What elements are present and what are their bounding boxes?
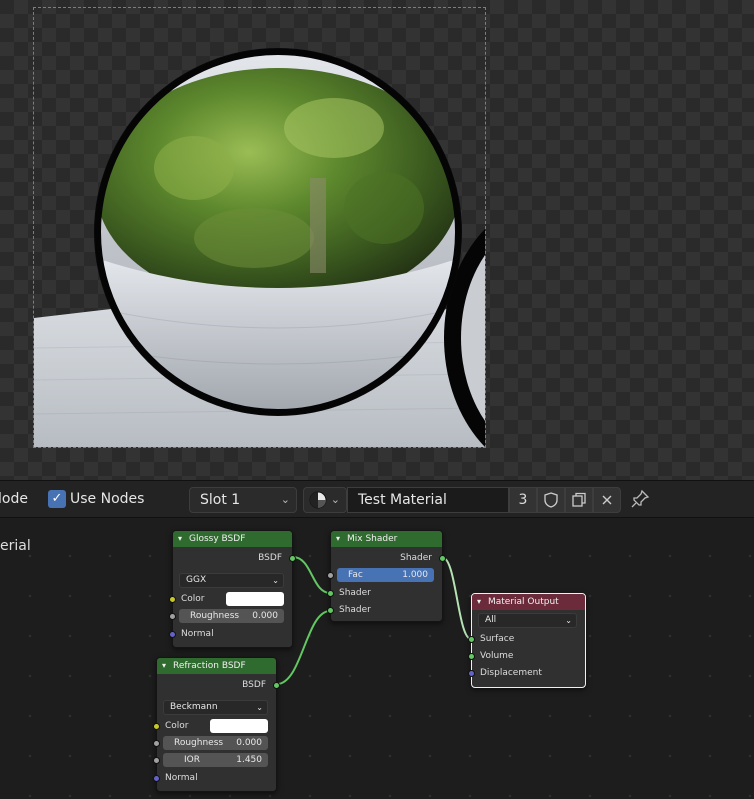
output-displacement-label: Displacement [480,668,542,678]
refraction-node-title: Refraction BSDF [173,661,246,671]
refraction-bsdf-node[interactable]: ▾ Refraction BSDF BSDF Beckmann ⌄ Color … [153,657,280,792]
chevron-down-icon[interactable]: ▾ [336,531,340,547]
chevron-down-icon: ⌄ [280,493,290,506]
refraction-ior-value: 1.450 [236,755,262,765]
glossy-bsdf-node[interactable]: ▾ Glossy BSDF BSDF GGX ⌄ Color Roughness… [169,530,296,648]
glossy-roughness-value: 0.000 [252,611,278,621]
use-nodes-label[interactable]: Use Nodes [70,491,144,507]
user-count-badge[interactable]: 3 [509,487,537,513]
refraction-output-label: BSDF [242,680,266,690]
chevron-down-icon[interactable]: ▾ [477,594,481,610]
glossy-distribution-dropdown[interactable]: GGX ⌄ [179,573,284,588]
mix-node-title: Mix Shader [347,534,398,544]
material-browse-button[interactable]: ⌄ [303,487,347,513]
node-editor-canvas[interactable]: erial ▾ Glossy BSDF BSDF GGX ⌄ Color Rou… [0,518,754,799]
link-glossy-to-mix [292,556,331,594]
refraction-distribution-value: Beckmann [170,702,218,712]
sidebar-material-label: erial [0,538,31,554]
refraction-roughness-value: 0.000 [236,738,262,748]
material-name-field[interactable]: Test Material [347,487,509,513]
glossy-normal-label: Normal [181,629,214,639]
shield-icon [544,492,558,508]
unlink-material-button[interactable] [593,487,621,513]
output-target-value: All [485,615,497,625]
refraction-roughness-socket[interactable] [153,740,160,747]
mix-shader-node[interactable]: ▾ Mix Shader Shader Fac 1.000 Shader Sha… [327,530,446,622]
material-name: Test Material [358,492,447,508]
mix-shader1-socket[interactable] [327,590,334,597]
mix-shader1-label: Shader [339,588,371,598]
refraction-node-header[interactable]: ▾ Refraction BSDF [157,658,276,674]
close-icon [602,495,612,505]
fake-user-button[interactable] [537,487,565,513]
material-output-node[interactable]: ▾ Material Output All ⌄ Surface Volume D… [468,593,586,688]
output-displacement-socket[interactable] [468,670,475,677]
output-target-dropdown[interactable]: All ⌄ [478,613,577,628]
material-sphere-icon [309,491,327,509]
refraction-normal-socket[interactable] [153,775,160,782]
refraction-color-socket[interactable] [153,723,160,730]
slot-dropdown-label: Slot 1 [200,492,241,508]
glossy-roughness-socket[interactable] [169,613,176,620]
pin-button[interactable] [630,489,652,511]
glossy-node-title: Glossy BSDF [189,534,246,544]
refraction-bsdf-output-socket[interactable] [273,682,280,689]
refraction-distribution-dropdown[interactable]: Beckmann ⌄ [163,700,268,715]
output-node-header[interactable]: ▾ Material Output [472,594,585,610]
glossy-normal-socket[interactable] [169,631,176,638]
checkmark-icon: ✓ [51,491,63,506]
chevron-down-icon[interactable]: ▾ [162,658,166,674]
user-count: 3 [518,492,528,508]
chevron-down-icon: ⌄ [272,576,279,585]
mix-shader2-socket[interactable] [327,607,334,614]
mix-output-label: Shader [400,553,432,563]
mix-fac-value: 1.000 [402,570,428,580]
glossy-roughness-field[interactable]: Roughness 0.000 [179,609,284,623]
glossy-node-header[interactable]: ▾ Glossy BSDF [173,531,292,547]
slot-dropdown[interactable]: Slot 1 ⌄ [189,487,297,513]
glossy-distribution-value: GGX [186,575,207,585]
chevron-down-icon: ⌄ [565,616,572,625]
mix-fac-field[interactable]: Fac 1.000 [337,568,434,582]
output-volume-socket[interactable] [468,653,475,660]
glossy-color-socket[interactable] [169,596,176,603]
glossy-roughness-label: Roughness [190,611,240,621]
glossy-output-label: BSDF [258,553,282,563]
mix-fac-socket[interactable] [327,572,334,579]
render-viewport[interactable] [0,0,754,480]
link-mix-to-output [442,557,472,640]
refraction-ior-field[interactable]: IOR 1.450 [163,753,268,767]
output-volume-label: Volume [480,651,514,661]
refraction-color-swatch[interactable] [210,719,268,733]
editor-type-label[interactable]: lode [0,491,28,507]
render-preview [34,48,485,447]
glossy-color-label: Color [181,594,205,604]
output-node-title: Material Output [488,597,559,607]
refraction-color-label: Color [165,721,189,731]
node-editor-header: lode ✓ Use Nodes Slot 1 ⌄ ⌄ Test Materia… [0,480,754,518]
mix-shader2-label: Shader [339,605,371,615]
mix-node-header[interactable]: ▾ Mix Shader [331,531,442,547]
refraction-ior-label: IOR [184,755,200,765]
glossy-bsdf-output-socket[interactable] [289,555,296,562]
duplicate-icon [572,492,586,507]
pin-icon [631,489,650,508]
refraction-normal-label: Normal [165,773,198,783]
chevron-down-icon[interactable]: ▾ [178,531,182,547]
use-nodes-checkbox[interactable]: ✓ [48,490,66,508]
refraction-roughness-field[interactable]: Roughness 0.000 [163,736,268,750]
mix-shader-output-socket[interactable] [439,555,446,562]
mix-fac-label: Fac [348,570,363,580]
glossy-color-swatch[interactable] [226,592,284,606]
chevron-down-icon: ⌄ [330,493,340,506]
duplicate-material-button[interactable] [565,487,593,513]
output-surface-label: Surface [480,634,515,644]
output-surface-socket[interactable] [468,636,475,643]
chevron-down-icon: ⌄ [256,703,263,712]
refraction-roughness-label: Roughness [174,738,224,748]
refraction-ior-socket[interactable] [153,757,160,764]
render-region [33,7,486,448]
